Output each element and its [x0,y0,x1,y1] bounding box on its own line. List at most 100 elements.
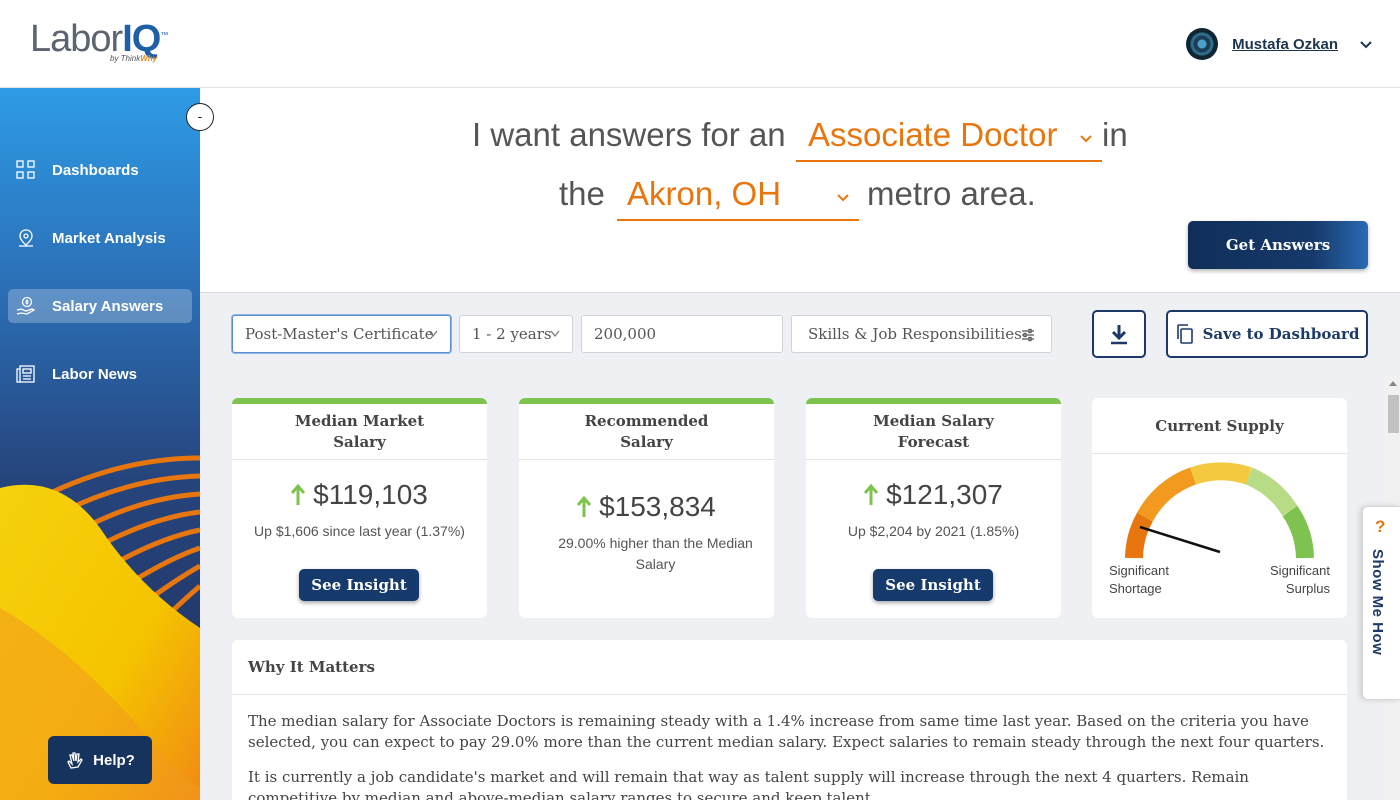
skills-value: Skills & Job Responsibilities [808,325,1022,343]
gauge-segment-2 [1137,467,1197,522]
help-button[interactable]: Help? [48,736,152,784]
location-select[interactable]: Akron, OH [617,175,859,221]
save-to-dashboard-button[interactable]: Save to Dashboard [1166,310,1368,358]
copy-icon [1176,324,1193,344]
card-title: Median Salary Forecast [806,404,1061,460]
gauge-right-label-line2: Surplus [1285,581,1330,596]
arrow-up-icon [864,483,879,505]
current-supply-card: Current Supply Significant Shortage Signi… [1092,398,1347,618]
card-title: Recommended Salary [519,404,774,460]
sidebar-item-dashboards[interactable]: Dashboards [8,153,192,187]
see-insight-button[interactable]: See Insight [873,569,993,601]
gauge-left-label-line1: Significant [1109,563,1169,578]
supply-gauge [1125,462,1314,559]
gauge-left-label: Significant Shortage [1109,562,1169,598]
scroll-up-arrow[interactable] [1389,381,1397,386]
scrollbar-thumb[interactable] [1388,395,1399,433]
sidebar-decoration [0,455,200,800]
gauge-right-label-line1: Significant [1270,563,1330,578]
card-subtext: 29.00% higher than the Median Salary [558,535,753,572]
hand-wave-icon [67,752,83,769]
education-value: Post-Master's Certificate [245,325,434,343]
salary-input[interactable]: 200,000 [581,315,783,353]
arrow-up-icon [577,495,592,517]
gauge-segment-3 [1190,462,1252,485]
card-value: $153,834 [519,491,774,523]
newspaper-icon [16,365,35,383]
show-me-how-label: Show Me How [1369,549,1386,656]
card-value: $119,103 [232,479,487,511]
logo-by: by Think [110,54,141,63]
save-to-dashboard-label: Save to Dashboard [1202,325,1360,343]
arrow-up-icon [291,483,306,505]
get-answers-button[interactable]: Get Answers [1188,221,1368,269]
card-title: Current Supply [1092,398,1347,454]
chevron-down-icon [428,330,438,338]
median-market-salary-card: Median Market Salary $119,103 Up $1,606 s… [232,398,487,618]
card-title-line1: Recommended [584,411,709,430]
card-value: $121,307 [806,479,1061,511]
why-paragraph-2: It is currently a job candidate's market… [248,768,1249,800]
card-title: Median Market Salary [232,404,487,460]
top-bar: LaborIQ™ by ThinkWhy Mustafa Ozkan [0,0,1400,88]
card-subtext: Up $2,204 by 2021 (1.85%) [847,523,1020,539]
avatar[interactable] [1186,28,1219,60]
card-subtext: Up $1,606 since last year (1.37%) [254,523,465,539]
skills-select[interactable]: Skills & Job Responsibilities [791,315,1052,353]
sliders-icon [1022,328,1034,342]
location-value: Akron, OH [627,175,782,212]
sidebar-item-label: Labor News [52,365,138,383]
grid-icon [16,160,35,179]
gauge-segment-4 [1245,467,1298,516]
card-title-line1: Median Salary [873,411,994,430]
gauge-right-label: Significant Surplus [1270,562,1330,598]
card-title-line2: Forecast [897,432,970,451]
show-me-how-tab[interactable]: ? Show Me How [1362,506,1400,700]
sidebar-item-label: Market Analysis [52,229,166,247]
card-value-text: $119,103 [313,479,428,510]
sidebar: Dashboards Market Analysis Salary Answer… [0,88,200,800]
map-pin-icon [19,229,33,247]
user-menu[interactable]: Mustafa Ozkan [1186,27,1372,61]
job-title-value: Associate Doctor [808,116,1058,153]
experience-select[interactable]: 1 - 2 years [459,315,573,353]
salary-value: 200,000 [594,325,657,343]
download-button[interactable] [1092,310,1146,358]
question-text-2: in [1102,116,1128,153]
job-title-select[interactable]: Associate Doctor [796,116,1102,162]
recommended-salary-card: Recommended Salary $153,834 29.00% higher… [519,398,774,618]
card-title-line1: Median Market [294,411,425,430]
sidebar-item-labor-news[interactable]: Labor News [8,357,192,391]
question-panel: I want answers for an Associate Doctor i… [200,88,1400,292]
filter-bar: Post-Master's Certificate 1 - 2 years 20… [200,292,1400,375]
user-name[interactable]: Mustafa Ozkan [1232,36,1338,53]
card-value-text: $121,307 [886,479,1003,510]
sidebar-item-market-analysis[interactable]: Market Analysis [8,221,192,255]
logo-by-accent: Why [140,54,158,63]
logo-byline: by ThinkWhy [110,54,157,63]
chevron-down-icon[interactable] [1360,38,1372,50]
see-insight-button[interactable]: See Insight [299,569,419,601]
chevron-down-icon [837,194,849,202]
gauge-segment-5 [1282,505,1314,559]
why-paragraph-1: The median salary for Associate Doctors … [248,712,1325,751]
experience-value: 1 - 2 years [472,325,552,343]
card-value-text: $153,834 [599,491,716,522]
gauge-left-label-line2: Shortage [1109,581,1162,596]
sidebar-item-label: Dashboards [52,161,139,179]
laboriq-logo[interactable]: LaborIQ™ by ThinkWhy [30,18,180,73]
why-it-matters-title: Why It Matters [232,640,1347,695]
logo-text: Labor [30,18,123,60]
question-text-4: metro area. [867,175,1036,212]
money-hand-icon [16,296,36,315]
education-select[interactable]: Post-Master's Certificate [232,315,451,353]
collapse-sidebar-button[interactable]: - [186,103,214,131]
gauge-needle [1139,525,1221,554]
card-title-line2: Salary [333,432,386,451]
why-it-matters-panel: Why It Matters The median salary for Ass… [232,640,1347,800]
question-mark-icon: ? [1375,517,1386,536]
logo-tm: ™ [160,30,168,40]
gauge-segment-1 [1125,512,1154,559]
chevron-down-icon [550,330,560,338]
sidebar-item-salary-answers[interactable]: Salary Answers [8,289,192,323]
